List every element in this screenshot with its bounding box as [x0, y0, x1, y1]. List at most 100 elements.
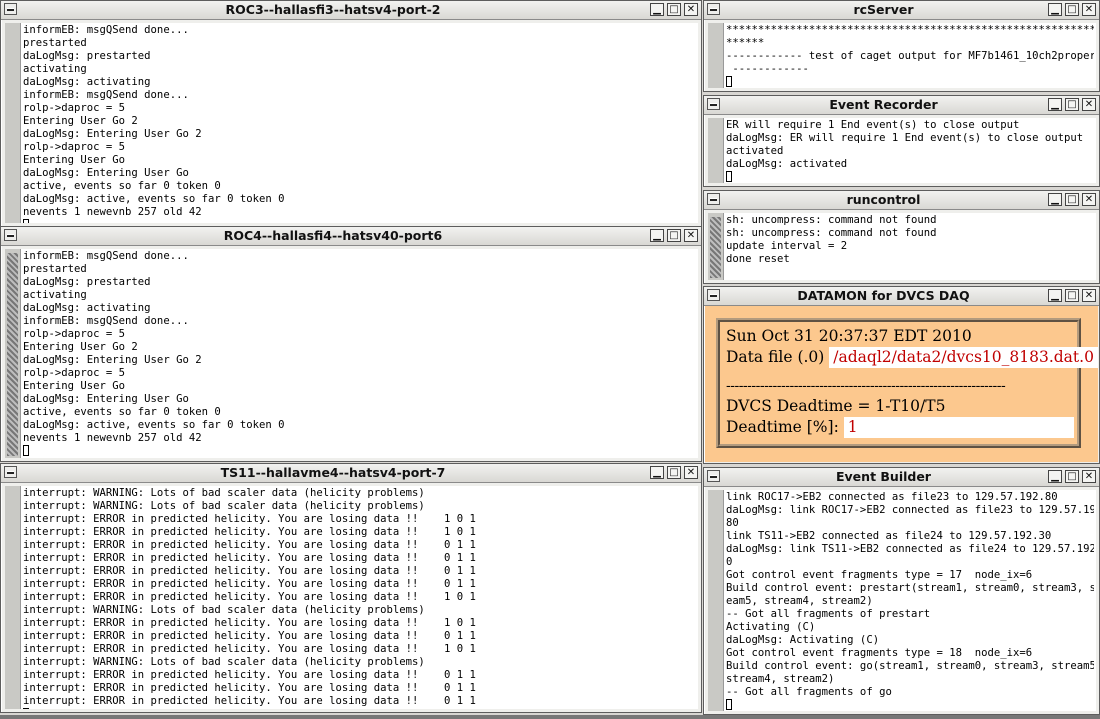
window-menu-icon[interactable]	[707, 289, 720, 301]
minimize-icon[interactable]: ▁	[650, 229, 664, 242]
output-line: informEB: msgQSend done...	[23, 24, 189, 36]
maximize-icon[interactable]: □	[1065, 193, 1079, 206]
output-line: interrupt: ERROR in predicted helicity. …	[23, 643, 476, 655]
output-line: active, events so far 0 token 0	[23, 180, 221, 192]
output-line: activating	[23, 289, 87, 301]
roc3-output: informEB: msgQSend done... prestarted daLo…	[23, 24, 696, 223]
rcserver-scrollbar[interactable]	[708, 23, 724, 88]
close-icon[interactable]: ✕	[1082, 98, 1096, 111]
minimize-icon[interactable]: ▁	[1048, 193, 1062, 206]
event-recorder-terminal[interactable]: ER will require 1 End event(s) to close …	[708, 118, 1096, 183]
datafile-label: Data file (.0)	[726, 348, 825, 366]
output-line: ------------	[726, 63, 809, 75]
window-menu-icon[interactable]	[707, 193, 720, 205]
output-line: rolp->daproc = 5	[23, 141, 126, 153]
output-line: informEB: msgQSend done...	[23, 315, 189, 327]
minimize-icon[interactable]: ▁	[650, 3, 664, 16]
event-recorder-titlebar[interactable]: Event Recorder ▁ □ ✕	[704, 96, 1099, 115]
datamon-titlebar[interactable]: DATAMON for DVCS DAQ ▁ □ ✕	[704, 287, 1099, 306]
window-menu-icon[interactable]	[707, 3, 720, 15]
output-line: rolp->daproc = 5	[23, 328, 126, 340]
maximize-icon[interactable]: □	[667, 229, 681, 242]
output-line: daLogMsg: activating	[23, 302, 151, 314]
window-menu-icon[interactable]	[4, 466, 17, 478]
output-line: Entering User Go 2	[23, 341, 138, 353]
minimize-icon[interactable]: ▁	[1048, 289, 1062, 302]
ts11-title: TS11--hallavme4--hatsv4-port-7	[220, 465, 446, 480]
ts11-window: TS11--hallavme4--hatsv4-port-7 ▁ □ ✕ int…	[0, 463, 702, 713]
rcserver-terminal[interactable]: ****************************************…	[708, 23, 1096, 88]
runcontrol-scrollbar[interactable]	[708, 213, 724, 280]
maximize-icon[interactable]: □	[667, 466, 681, 479]
close-icon[interactable]: ✕	[1082, 3, 1096, 16]
output-line: Build control event: go(stream1, stream0…	[726, 660, 1094, 672]
deadtime-formula: DVCS Deadtime = 1-T10/T5	[726, 397, 946, 415]
runcontrol-titlebar[interactable]: runcontrol ▁ □ ✕	[704, 191, 1099, 210]
ts11-terminal[interactable]: interrupt: WARNING: Lots of bad scaler d…	[5, 486, 698, 709]
roc3-scrollbar[interactable]	[5, 23, 21, 223]
close-icon[interactable]: ✕	[1082, 470, 1096, 483]
rcserver-title: rcServer	[853, 2, 914, 17]
window-menu-icon[interactable]	[707, 98, 720, 110]
output-line: daLogMsg: active, events so far 0 token …	[23, 419, 285, 431]
output-line: informEB: msgQSend done...	[23, 89, 189, 101]
output-line: eam5, stream4, stream2)	[726, 595, 873, 607]
event-builder-titlebar[interactable]: Event Builder ▁ □ ✕	[704, 468, 1099, 487]
output-line: daLogMsg: Entering User Go 2	[23, 128, 202, 140]
rcserver-titlebar[interactable]: rcServer ▁ □ ✕	[704, 1, 1099, 20]
datamon-window: DATAMON for DVCS DAQ ▁ □ ✕ Sun Oct 31 20…	[703, 286, 1100, 464]
output-line: daLogMsg: activating	[23, 76, 151, 88]
cursor-line	[23, 708, 696, 709]
output-line: daLogMsg: ER will require 1 End event(s)…	[726, 132, 1084, 144]
output-line: interrupt: WARNING: Lots of bad scaler d…	[23, 500, 425, 512]
output-line: ------------ test of caget output for MF…	[726, 50, 1094, 62]
close-icon[interactable]: ✕	[684, 466, 698, 479]
text-cursor	[23, 219, 29, 223]
minimize-icon[interactable]: ▁	[1048, 98, 1062, 111]
minimize-icon[interactable]: ▁	[1048, 470, 1062, 483]
output-line: daLogMsg: link ROC17->EB2 connected as f…	[726, 504, 1094, 516]
deadtime-value: 1	[843, 417, 1074, 438]
roc3-titlebar[interactable]: ROC3--hallasfi3--hatsv4-port-2 ▁ □ ✕	[1, 1, 701, 20]
output-line: daLogMsg: Entering User Go 2	[23, 354, 202, 366]
runcontrol-terminal[interactable]: sh: uncompress: command not found sh: unc…	[708, 213, 1096, 280]
cursor-line	[23, 219, 696, 223]
close-icon[interactable]: ✕	[684, 3, 698, 16]
datafile-value: /adaql2/data2/dvcs10_8183.dat.0	[829, 347, 1098, 368]
maximize-icon[interactable]: □	[1065, 470, 1079, 483]
ts11-scrollbar[interactable]	[5, 486, 21, 709]
close-icon[interactable]: ✕	[684, 229, 698, 242]
event-builder-scrollbar[interactable]	[708, 490, 724, 711]
maximize-icon[interactable]: □	[667, 3, 681, 16]
minimize-icon[interactable]: ▁	[1048, 3, 1062, 16]
datafile-row: Data file (.0) /adaql2/data2/dvcs10_8183…	[726, 347, 1098, 368]
window-menu-icon[interactable]	[707, 470, 720, 482]
datamon-datetime: Sun Oct 31 20:37:37 EDT 2010	[726, 327, 972, 345]
ts11-titlebar[interactable]: TS11--hallavme4--hatsv4-port-7 ▁ □ ✕	[1, 464, 701, 483]
roc4-scrollbar[interactable]	[5, 249, 21, 458]
window-menu-icon[interactable]	[4, 229, 17, 241]
output-line: prestarted	[23, 263, 87, 275]
text-cursor	[726, 699, 732, 710]
roc4-title: ROC4--hallasfi4--hatsv40-port6	[223, 228, 443, 243]
event-builder-window: Event Builder ▁ □ ✕ link ROC17->EB2 conn…	[703, 467, 1100, 715]
maximize-icon[interactable]: □	[1065, 289, 1079, 302]
output-line: update interval = 2	[726, 240, 848, 252]
output-line: prestarted	[23, 37, 87, 49]
roc4-terminal[interactable]: informEB: msgQSend done... prestarted daLo…	[5, 249, 698, 458]
output-line: interrupt: ERROR in predicted helicity. …	[23, 669, 476, 681]
close-icon[interactable]: ✕	[1082, 289, 1096, 302]
window-menu-icon[interactable]	[4, 3, 17, 15]
event-recorder-scrollbar[interactable]	[708, 118, 724, 183]
datamon-title: DATAMON for DVCS DAQ	[797, 288, 970, 303]
minimize-icon[interactable]: ▁	[650, 466, 664, 479]
output-line: interrupt: ERROR in predicted helicity. …	[23, 552, 476, 564]
event-builder-terminal[interactable]: link ROC17->EB2 connected as file23 to 1…	[708, 490, 1096, 711]
roc4-window: ROC4--hallasfi4--hatsv40-port6 ▁ □ ✕ inf…	[0, 226, 702, 462]
maximize-icon[interactable]: □	[1065, 98, 1079, 111]
maximize-icon[interactable]: □	[1065, 3, 1079, 16]
roc3-terminal[interactable]: informEB: msgQSend done... prestarted daLo…	[5, 23, 698, 223]
close-icon[interactable]: ✕	[1082, 193, 1096, 206]
roc4-titlebar[interactable]: ROC4--hallasfi4--hatsv40-port6 ▁ □ ✕	[1, 227, 701, 246]
output-line: interrupt: WARNING: Lots of bad scaler d…	[23, 604, 425, 616]
